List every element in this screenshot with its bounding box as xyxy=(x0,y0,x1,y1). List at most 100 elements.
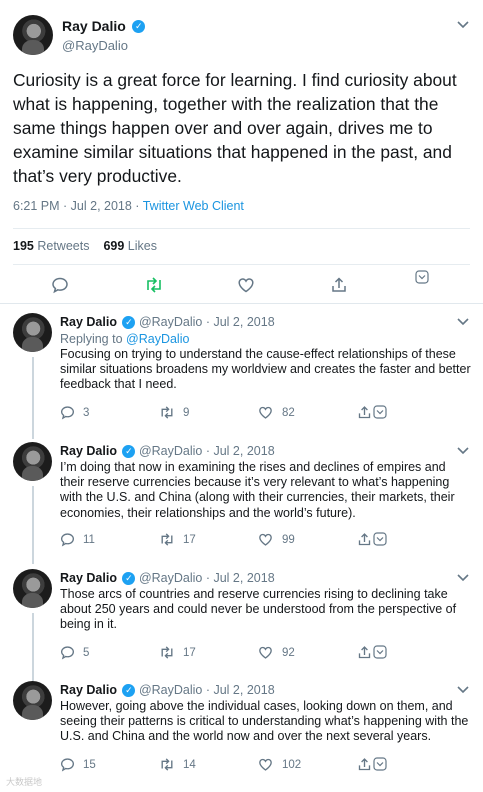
author-name[interactable]: Ray Dalio xyxy=(60,315,117,329)
like-icon[interactable] xyxy=(258,532,273,551)
reply-count: 11 xyxy=(83,534,95,546)
avatar[interactable] xyxy=(13,313,52,352)
reply-text: Focusing on trying to understand the cau… xyxy=(60,347,471,392)
like-icon[interactable] xyxy=(258,645,273,664)
tweet-thread-view: Ray Dalio ✓ @RayDalio Curiosity is a gre… xyxy=(0,0,483,792)
author-name[interactable]: Ray Dalio xyxy=(60,444,117,458)
like-count: 82 xyxy=(282,407,295,419)
chevron-down-icon[interactable] xyxy=(456,18,470,32)
retweets-stat[interactable]: 195 Retweets xyxy=(13,239,89,253)
tweet-date[interactable]: Jul 2, 2018 xyxy=(213,444,274,458)
thread-line xyxy=(32,486,34,564)
dot-separator: · xyxy=(205,315,210,329)
reply-header: Ray Dalio ✓ @RayDalio · Jul 2, 2018 xyxy=(60,443,275,459)
reply-count: 5 xyxy=(83,647,90,659)
avatar[interactable] xyxy=(13,15,53,55)
engagement-stats: 195 Retweets 699 Likes xyxy=(13,239,157,253)
author-name[interactable]: Ray Dalio xyxy=(60,683,117,697)
reply-icon[interactable] xyxy=(60,645,75,664)
reply-text: I’m doing that now in examining the rise… xyxy=(60,460,455,520)
retweets-count: 195 xyxy=(13,239,34,253)
retweet-icon[interactable] xyxy=(159,645,175,664)
tweet-date[interactable]: Jul 2, 2018 xyxy=(213,315,274,329)
avatar[interactable] xyxy=(13,442,52,481)
like-icon[interactable] xyxy=(258,405,273,424)
reply-text: However, going above the individual case… xyxy=(60,699,469,744)
chevron-down-icon[interactable] xyxy=(456,683,470,697)
retweets-label: Retweets xyxy=(37,239,90,253)
author-handle[interactable]: @RayDalio xyxy=(139,444,202,458)
reply-tweet[interactable]: Ray Dalio ✓ @RayDalio · Jul 2, 2018 Howe… xyxy=(0,681,483,781)
verified-badge-icon: ✓ xyxy=(132,20,146,34)
client-link[interactable]: Twitter Web Client xyxy=(143,199,244,213)
author-handle[interactable]: @RayDalio xyxy=(139,315,202,329)
reply-icon[interactable] xyxy=(60,757,75,776)
tweet-date[interactable]: Jul 2, 2018 xyxy=(213,683,274,697)
like-count: 99 xyxy=(282,534,295,546)
reply-count: 15 xyxy=(83,759,96,771)
reply-header: Ray Dalio ✓ @RayDalio · Jul 2, 2018 xyxy=(60,570,275,586)
dropdown-caret-icon[interactable] xyxy=(373,532,387,550)
likes-count: 699 xyxy=(103,239,125,253)
share-icon[interactable] xyxy=(330,276,348,299)
dot-separator: · xyxy=(205,571,210,585)
share-icon[interactable] xyxy=(357,757,372,776)
chevron-down-icon[interactable] xyxy=(456,571,470,585)
reply-icon[interactable] xyxy=(60,405,75,424)
chevron-down-icon[interactable] xyxy=(456,444,470,458)
author-handle[interactable]: @RayDalio xyxy=(62,37,145,54)
retweet-count: 17 xyxy=(183,647,196,659)
retweet-icon[interactable] xyxy=(159,405,175,424)
reply-icon[interactable] xyxy=(51,276,69,299)
dropdown-caret-icon[interactable] xyxy=(373,757,387,775)
retweet-count: 17 xyxy=(183,534,196,546)
retweet-icon[interactable] xyxy=(144,276,164,299)
reply-tweet[interactable]: Ray Dalio ✓ @RayDalio · Jul 2, 2018 Repl… xyxy=(0,313,483,439)
dot-separator: · xyxy=(205,683,210,697)
likes-stat[interactable]: 699 Likes xyxy=(103,239,157,253)
watermark: 大数据地 xyxy=(6,777,43,787)
reply-icon[interactable] xyxy=(60,532,75,551)
like-icon[interactable] xyxy=(237,276,255,299)
main-tweet: Ray Dalio ✓ @RayDalio Curiosity is a gre… xyxy=(0,0,483,304)
dropdown-caret-icon[interactable] xyxy=(415,270,429,289)
chevron-down-icon[interactable] xyxy=(456,315,470,329)
reply-header: Ray Dalio ✓ @RayDalio · Jul 2, 2018 xyxy=(60,682,275,698)
dot-separator: · xyxy=(205,444,210,458)
reply-count: 3 xyxy=(83,407,90,419)
like-count: 92 xyxy=(282,647,295,659)
verified-badge-icon: ✓ xyxy=(122,572,136,586)
divider xyxy=(13,228,470,229)
thread-line xyxy=(32,357,34,439)
like-icon[interactable] xyxy=(258,757,273,776)
author-name[interactable]: Ray Dalio xyxy=(60,571,117,585)
author-handle[interactable]: @RayDalio xyxy=(139,683,202,697)
author-block[interactable]: Ray Dalio ✓ @RayDalio xyxy=(62,18,146,54)
verified-badge-icon: ✓ xyxy=(122,684,136,698)
reply-header: Ray Dalio ✓ @RayDalio · Jul 2, 2018 xyxy=(60,314,275,330)
avatar[interactable] xyxy=(13,681,52,720)
tweet-date[interactable]: Jul 2, 2018 xyxy=(213,571,274,585)
author-name[interactable]: Ray Dalio xyxy=(62,18,126,35)
share-icon[interactable] xyxy=(357,405,372,424)
dropdown-caret-icon[interactable] xyxy=(373,645,387,663)
tweet-text: Curiosity is a great force for learning.… xyxy=(13,70,457,186)
author-handle[interactable]: @RayDalio xyxy=(139,571,202,585)
share-icon[interactable] xyxy=(357,532,372,551)
retweet-icon[interactable] xyxy=(159,532,175,551)
main-tweet-actions xyxy=(0,270,483,299)
avatar[interactable] xyxy=(13,569,52,608)
dropdown-caret-icon[interactable] xyxy=(373,405,387,423)
replying-to-handle[interactable]: @RayDalio xyxy=(126,332,189,346)
retweet-icon[interactable] xyxy=(159,757,175,776)
reply-actions: 3 9 82 xyxy=(60,405,480,421)
reply-text: Those arcs of countries and reserve curr… xyxy=(60,587,457,632)
timestamp[interactable]: 6:21 PM · Jul 2, 2018 xyxy=(13,199,132,213)
share-icon[interactable] xyxy=(357,645,372,664)
reply-tweet[interactable]: Ray Dalio ✓ @RayDalio · Jul 2, 2018 Thos… xyxy=(0,569,483,681)
replying-to: Replying to @RayDalio xyxy=(60,331,189,347)
thread-line xyxy=(32,613,34,681)
verified-badge-icon: ✓ xyxy=(122,316,136,330)
meta-separator: · xyxy=(131,199,143,213)
reply-tweet[interactable]: Ray Dalio ✓ @RayDalio · Jul 2, 2018 I’m … xyxy=(0,442,483,564)
